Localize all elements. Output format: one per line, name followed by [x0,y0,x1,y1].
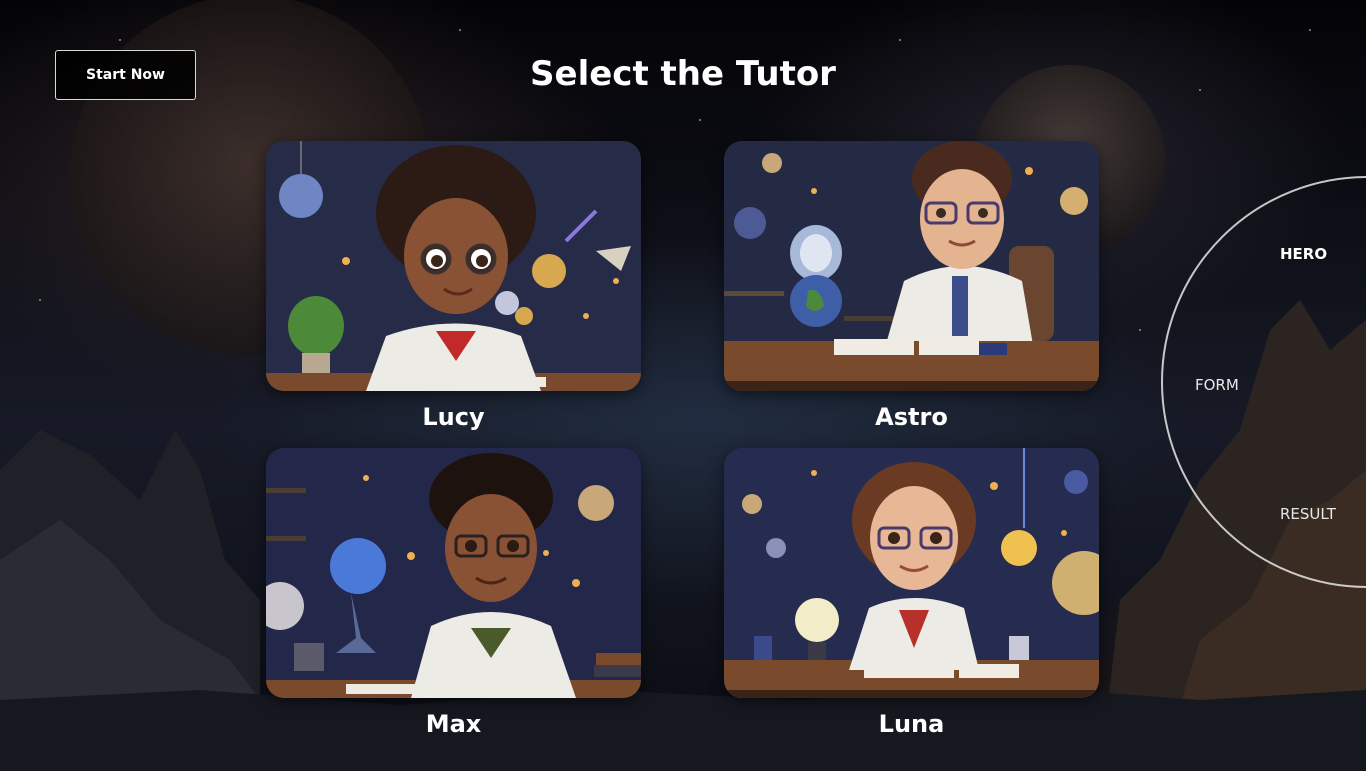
page-title: Select the Tutor [530,54,836,94]
tutor-portrait-luna [724,448,1099,698]
nav-item-form[interactable]: FORM [1195,376,1239,394]
nav-item-result[interactable]: RESULT [1280,505,1336,523]
tutor-card-astro[interactable]: Astro [724,141,1099,431]
tutor-card-luna[interactable]: Luna [724,448,1099,738]
tutor-name-lucy: Lucy [422,403,485,431]
tutor-portrait-astro [724,141,1099,391]
tutor-card-lucy[interactable]: Lucy [266,141,641,431]
tutor-portrait-lucy [266,141,641,391]
nav-item-hero[interactable]: HERO [1280,245,1327,263]
tutor-name-luna: Luna [878,710,945,738]
tutor-card-max[interactable]: Max [266,448,641,738]
tutor-portrait-max [266,448,641,698]
tutor-selection-page: Start Now Select the Tutor Lucy Astro Ma… [0,0,1366,771]
tutor-name-max: Max [425,710,482,738]
tutor-name-astro: Astro [875,403,948,431]
